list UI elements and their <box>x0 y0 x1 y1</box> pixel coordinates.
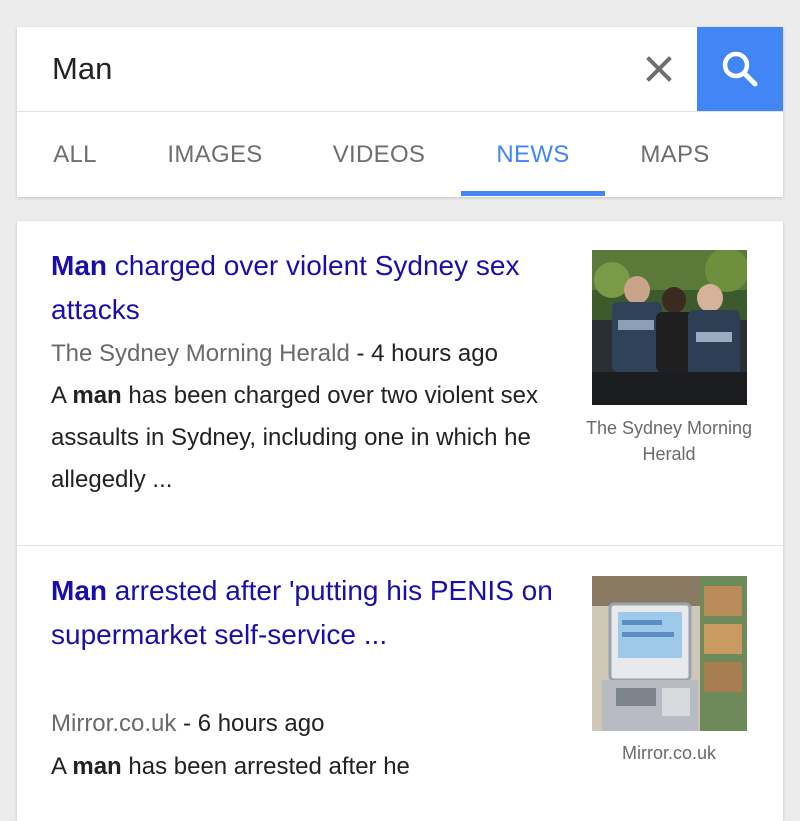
news-results: Man charged over violent Sydney sex atta… <box>17 221 783 821</box>
search-icon <box>722 51 758 87</box>
result-title-keyword: Man <box>51 250 107 281</box>
result-thumbnail[interactable] <box>592 250 747 405</box>
tab-maps[interactable]: MAPS <box>625 112 725 197</box>
thumbnail-caption: Mirror.co.uk <box>621 743 717 763</box>
snippet-text: A <box>51 753 73 780</box>
tab-images[interactable]: IMAGES <box>153 112 277 197</box>
tab-all[interactable]: ALL <box>37 112 113 197</box>
result-meta: The Sydney Morning Herald - 4 hours ago <box>51 339 591 369</box>
result-time: 6 hours ago <box>197 710 325 737</box>
result-separator: - <box>176 710 198 737</box>
search-input[interactable]: Man <box>52 49 112 89</box>
result-title-text: arrested after 'putting his PENIS on sup… <box>51 575 553 650</box>
tab-videos[interactable]: VIDEOS <box>317 112 441 197</box>
result-thumbnail[interactable] <box>592 576 747 731</box>
search-bar: Man <box>17 27 783 112</box>
snippet-text: has been charged over two violent sex as… <box>51 382 538 493</box>
search-tabs: ALL IMAGES VIDEOS NEWS MAPS <box>17 112 783 197</box>
result-meta: Mirror.co.uk - 6 hours ago <box>51 709 591 739</box>
result-snippet: A man has been charged over two violent … <box>51 375 581 501</box>
snippet-keyword: man <box>72 753 122 780</box>
result-title-link[interactable]: Man arrested after 'putting his PENIS on… <box>51 569 571 657</box>
snippet-keyword: man <box>72 382 122 409</box>
result-title-keyword: Man <box>51 575 107 606</box>
tab-news[interactable]: NEWS <box>473 112 593 197</box>
clear-button[interactable] <box>641 51 677 87</box>
result-separator: - <box>349 340 372 367</box>
result-title-link[interactable]: Man charged over violent Sydney sex atta… <box>51 244 571 332</box>
result-time: 4 hours ago <box>371 340 498 367</box>
result-source: The Sydney Morning Herald <box>51 340 350 367</box>
result-source: Mirror.co.uk <box>51 710 177 737</box>
result-title-text: charged over violent Sydney sex attacks <box>51 250 520 325</box>
search-card: Man ALL IMAGES VIDEOS NEWS MAPS <box>17 27 783 197</box>
active-tab-indicator <box>461 191 605 196</box>
police-photo-thumbnail <box>592 250 747 405</box>
checkout-photo-thumbnail <box>592 576 747 731</box>
search-button[interactable] <box>697 27 783 111</box>
result-divider <box>17 545 783 546</box>
result-snippet: A man has been arrested after he <box>51 746 581 788</box>
thumbnail-caption: The Sydney Morning Herald <box>585 418 753 464</box>
close-icon <box>646 56 672 82</box>
snippet-text: has been arrested after he <box>121 753 410 780</box>
snippet-text: A <box>51 382 73 409</box>
